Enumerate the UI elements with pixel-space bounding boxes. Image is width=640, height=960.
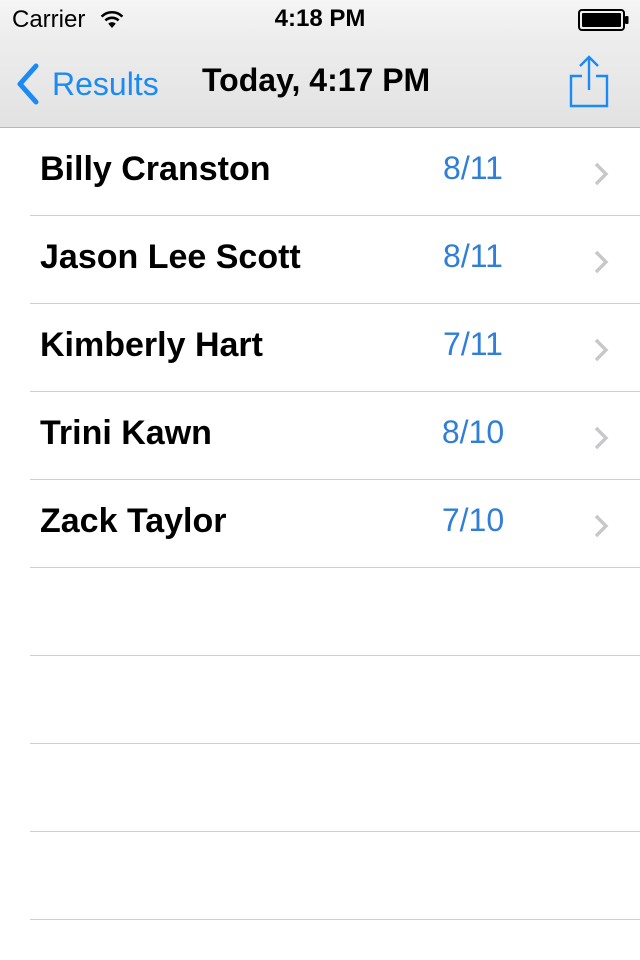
chevron-right-icon bbox=[594, 338, 609, 362]
student-name: Jason Lee Scott bbox=[40, 238, 301, 276]
chevron-right-icon bbox=[594, 162, 609, 186]
chevron-right-icon bbox=[594, 426, 609, 450]
student-score: 8/11 bbox=[443, 238, 503, 274]
result-row[interactable]: Trini Kawn 8/10 bbox=[0, 392, 640, 480]
student-score: 8/11 bbox=[443, 150, 503, 186]
back-button-label: Results bbox=[52, 65, 159, 102]
result-row[interactable]: Kimberly Hart 7/11 bbox=[0, 304, 640, 392]
result-row[interactable]: Billy Cranston 8/11 bbox=[0, 128, 640, 216]
results-detail-screen: Carrier 4:18 PM Results Today, 4:17 PM B… bbox=[0, 0, 640, 960]
student-score: 8/10 bbox=[441, 414, 505, 450]
empty-row bbox=[0, 744, 640, 832]
student-name: Billy Cranston bbox=[40, 150, 271, 188]
empty-row bbox=[0, 656, 640, 744]
share-icon[interactable] bbox=[566, 54, 612, 110]
empty-row bbox=[0, 832, 640, 920]
chevron-right-icon bbox=[594, 514, 609, 538]
result-row[interactable]: Jason Lee Scott 8/11 bbox=[0, 216, 640, 304]
student-score: 7/10 bbox=[441, 502, 505, 538]
page-title: Today, 4:17 PM bbox=[202, 62, 431, 98]
result-row[interactable]: Zack Taylor 7/10 bbox=[0, 480, 640, 568]
navigation-bar: Results Today, 4:17 PM bbox=[0, 40, 640, 128]
student-name: Trini Kawn bbox=[40, 414, 212, 452]
row-separator bbox=[30, 919, 640, 920]
chevron-right-icon bbox=[594, 250, 609, 274]
results-list: Billy Cranston 8/11 Jason Lee Scott 8/11… bbox=[0, 128, 640, 920]
battery-icon bbox=[578, 9, 629, 31]
student-name: Zack Taylor bbox=[40, 502, 227, 540]
back-button[interactable]: Results bbox=[14, 60, 159, 108]
top-bar: Carrier 4:18 PM Results Today, 4:17 PM bbox=[0, 0, 640, 128]
empty-row bbox=[0, 568, 640, 656]
status-time: 4:18 PM bbox=[274, 5, 366, 32]
student-name: Kimberly Hart bbox=[40, 326, 263, 364]
student-score: 7/11 bbox=[443, 326, 503, 362]
status-bar: Carrier 4:18 PM bbox=[0, 0, 640, 40]
chevron-left-icon bbox=[17, 63, 39, 105]
